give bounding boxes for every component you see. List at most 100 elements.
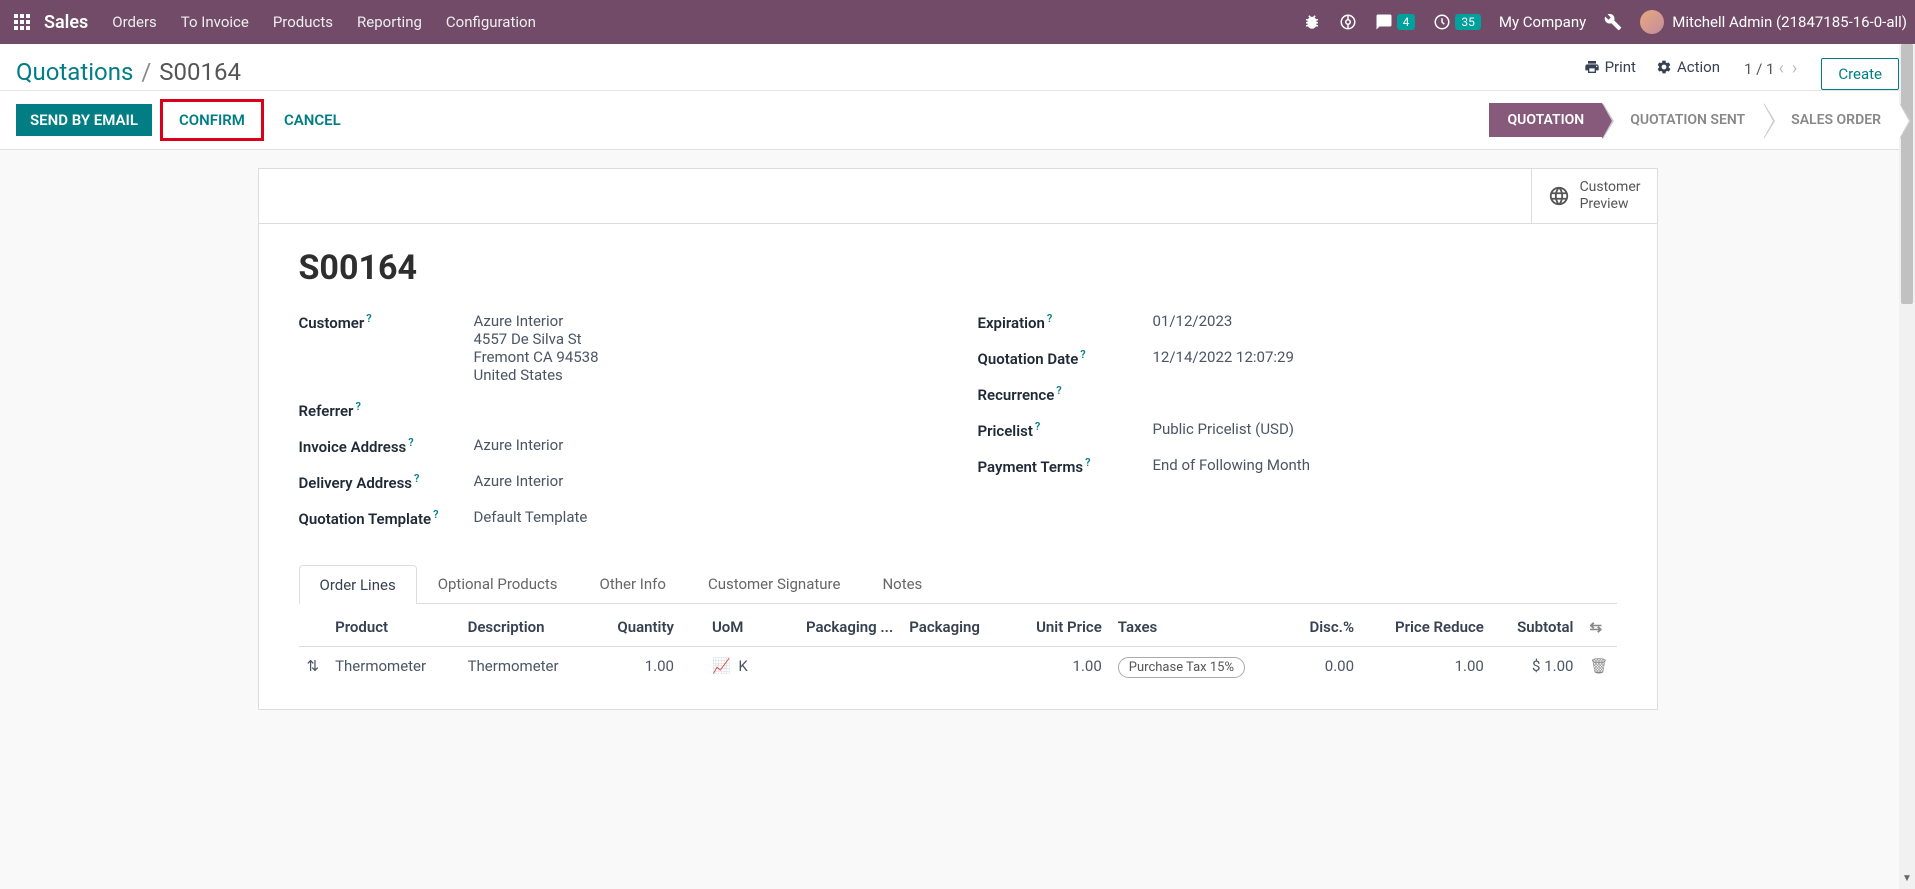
avatar [1640,10,1664,34]
customer-preview-button[interactable]: Customer Preview [1531,169,1657,223]
cell-packaging[interactable] [901,646,1008,685]
help-icon[interactable]: ? [433,508,438,521]
preview-line2: Preview [1580,196,1641,213]
stage-quotation[interactable]: QUOTATION [1489,103,1602,137]
delete-row-icon[interactable]: 🗑 [1581,646,1616,685]
activities-icon[interactable]: 35 [1433,13,1481,31]
user-name: Mitchell Admin (21847185-16-0-all) [1672,13,1907,31]
col-quantity[interactable]: Quantity [592,608,682,647]
col-price-reduce[interactable]: Price Reduce [1362,608,1492,647]
help-icon[interactable]: ? [366,312,371,325]
delivery-address-value[interactable]: Azure Interior [474,472,938,492]
cell-packaging-qty[interactable] [773,646,901,685]
breadcrumb-root[interactable]: Quotations [16,58,133,86]
drag-handle-icon[interactable]: ⇅ [299,646,328,685]
cell-uom[interactable]: 📈 K [682,646,773,685]
col-disc[interactable]: Disc.% [1287,608,1362,647]
scroll-down-icon[interactable]: ▼ [1899,873,1915,889]
tab-other-info[interactable]: Other Info [579,564,687,603]
pager-next[interactable]: › [1792,58,1797,79]
quotation-date-label: Quotation Date? [978,348,1153,368]
stage-sales-order[interactable]: SALES ORDER [1763,103,1899,137]
quotation-template-label: Quotation Template? [299,508,474,528]
debug-tools-icon[interactable] [1604,13,1622,31]
tab-optional-products[interactable]: Optional Products [417,564,579,603]
record-name: S00164 [299,248,1617,288]
company-switcher[interactable]: My Company [1499,13,1586,31]
table-row[interactable]: ⇅ Thermometer Thermometer 1.00 📈 K 1.00 … [299,646,1617,685]
control-bar: Quotations / S00164 Print Action 1 / 1 ‹… [0,44,1915,91]
pricelist-value[interactable]: Public Pricelist (USD) [1153,420,1617,440]
nav-to-invoice[interactable]: To Invoice [181,13,249,31]
breadcrumb-current: S00164 [159,58,241,86]
globe-icon [1548,185,1570,207]
cell-price-reduce[interactable]: 1.00 [1362,646,1492,685]
quotation-template-value[interactable]: Default Template [474,508,938,528]
tax-tag[interactable]: Purchase Tax 15% [1118,657,1245,678]
expiration-value[interactable]: 01/12/2023 [1153,312,1617,332]
scroll-thumb[interactable] [1901,44,1913,304]
cell-product[interactable]: Thermometer [327,646,460,685]
cell-subtotal[interactable]: $ 1.00 [1492,646,1582,685]
cancel-button[interactable]: CANCEL [270,104,355,136]
tab-customer-signature[interactable]: Customer Signature [687,564,862,603]
help-icon[interactable]: ? [1047,312,1052,325]
cell-unit-price[interactable]: 1.00 [1009,646,1110,685]
customer-value[interactable]: Azure Interior 4557 De Silva St Fremont … [474,312,938,384]
help-icon[interactable]: ? [1056,384,1061,397]
cell-description[interactable]: Thermometer [460,646,593,685]
action-button[interactable]: Action [1656,58,1720,76]
messaging-icon[interactable]: 4 [1375,13,1416,31]
help-icon[interactable]: ? [1080,348,1085,361]
recurrence-value[interactable] [1153,384,1617,404]
pager-prev[interactable]: ‹ [1779,58,1784,79]
tab-notes[interactable]: Notes [861,564,943,603]
help-icon[interactable]: ? [414,472,419,485]
order-lines-table: Product Description Quantity UoM Packagi… [299,608,1617,685]
create-button[interactable]: Create [1821,58,1899,90]
referrer-value[interactable] [474,400,938,420]
nav-orders[interactable]: Orders [112,13,157,31]
vertical-scrollbar[interactable]: ▲ ▼ [1899,44,1915,889]
nav-configuration[interactable]: Configuration [446,13,536,31]
quotation-date-value[interactable]: 12/14/2022 12:07:29 [1153,348,1617,368]
print-label: Print [1605,58,1636,76]
nav-reporting[interactable]: Reporting [357,13,422,31]
col-taxes[interactable]: Taxes [1110,608,1287,647]
nav-products[interactable]: Products [273,13,333,31]
stage-quotation-sent[interactable]: QUOTATION SENT [1602,103,1763,137]
bug-icon[interactable] [1303,13,1321,31]
breadcrumb-sep: / [141,58,151,86]
col-product[interactable]: Product [327,608,460,647]
user-menu[interactable]: Mitchell Admin (21847185-16-0-all) [1640,10,1907,34]
tab-order-lines[interactable]: Order Lines [299,565,417,604]
col-unit-price[interactable]: Unit Price [1009,608,1110,647]
invoice-address-label: Invoice Address? [299,436,474,456]
cell-taxes[interactable]: Purchase Tax 15% [1110,646,1287,685]
help-icon[interactable]: ? [1035,420,1040,433]
payment-terms-value[interactable]: End of Following Month [1153,456,1617,476]
cell-disc[interactable]: 0.00 [1287,646,1362,685]
send-by-email-button[interactable]: SEND BY EMAIL [16,104,152,136]
forecast-icon[interactable]: 📈 [712,657,731,675]
help-icon[interactable]: ? [408,436,413,449]
invoice-address-value[interactable]: Azure Interior [474,436,938,456]
col-subtotal[interactable]: Subtotal [1492,608,1582,647]
col-packaging[interactable]: Packaging [901,608,1008,647]
activities-badge: 35 [1455,14,1481,30]
col-uom[interactable]: UoM [682,608,773,647]
help-icon[interactable]: ? [1085,456,1090,469]
col-options-icon[interactable]: ⇆ [1581,608,1616,647]
col-packaging-qty[interactable]: Packaging ... [773,608,901,647]
print-button[interactable]: Print [1584,58,1636,76]
col-description[interactable]: Description [460,608,593,647]
help-icon[interactable]: ? [355,400,360,413]
confirm-button[interactable]: CONFIRM [165,104,259,136]
support-icon[interactable] [1339,13,1357,31]
cell-quantity[interactable]: 1.00 [592,646,682,685]
pager: 1 / 1 ‹ › [1744,58,1801,79]
app-brand[interactable]: Sales [44,12,88,33]
stage-indicator: QUOTATION QUOTATION SENT SALES ORDER [1489,103,1899,137]
preview-line1: Customer [1580,179,1641,196]
apps-icon[interactable] [8,8,36,36]
